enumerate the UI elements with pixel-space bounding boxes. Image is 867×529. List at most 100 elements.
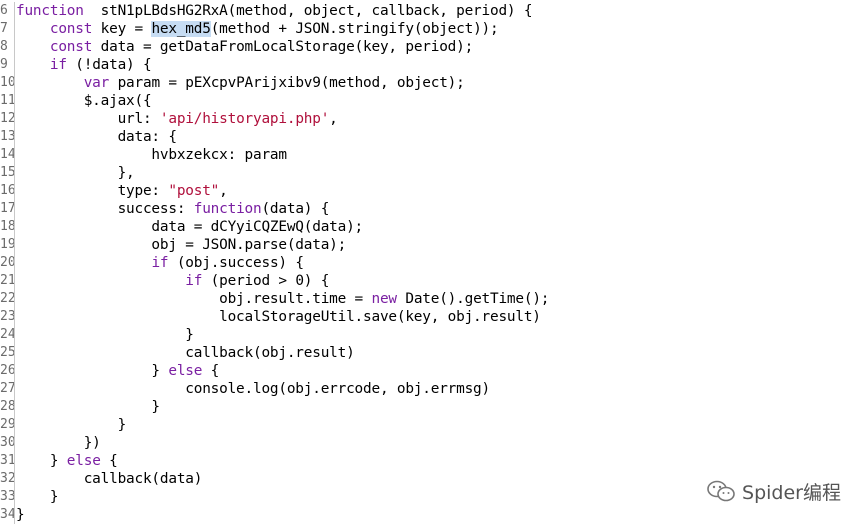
line-number: 20 xyxy=(0,254,15,272)
line-number: 28 xyxy=(0,398,15,416)
code-line: hvbxzekcx: param xyxy=(16,146,287,164)
code-line: url: 'api/historyapi.php', xyxy=(16,110,338,128)
code-text: } xyxy=(16,453,67,469)
line-number: 19 xyxy=(0,236,15,254)
code-text: callback(obj.result) xyxy=(16,345,355,361)
line-number: 22 xyxy=(0,290,15,308)
line-number: 29 xyxy=(0,416,15,434)
line-number: 17 xyxy=(0,200,15,218)
code-line: obj = JSON.parse(data); xyxy=(16,236,346,254)
code-line: type: "post", xyxy=(16,182,228,200)
code-text: data: { xyxy=(16,129,177,145)
code-text: (data) { xyxy=(261,201,330,217)
line-number: 31 xyxy=(0,452,15,470)
code-text: { xyxy=(100,453,118,469)
line-number: 32 xyxy=(0,470,15,488)
code-text: param = pEXcpvPArijxibv9(method, object)… xyxy=(109,75,465,91)
code-keyword: if xyxy=(49,57,67,73)
line-number: 26 xyxy=(0,362,15,380)
code-keyword: if xyxy=(185,273,203,289)
line-number: 9 xyxy=(0,56,15,74)
code-text: success: xyxy=(16,201,194,217)
line-number: 11 xyxy=(0,92,15,110)
code-text: localStorageUtil.save(key, obj.result) xyxy=(16,309,541,325)
line-number: 27 xyxy=(0,380,15,398)
line-number: 12 xyxy=(0,110,15,128)
line-number: 25 xyxy=(0,344,15,362)
code-keyword: else xyxy=(168,363,203,379)
code-keyword: new xyxy=(371,291,397,307)
code-line: } else { xyxy=(16,362,219,380)
code-line: if (!data) { xyxy=(16,56,152,74)
code-line: } xyxy=(16,488,59,506)
code-keyword: const xyxy=(49,21,93,37)
selected-token: hex_md5 xyxy=(151,21,211,37)
code-line: console.log(obj.errcode, obj.errmsg) xyxy=(16,380,490,398)
code-text: } xyxy=(16,327,194,343)
code-keyword: function xyxy=(16,3,84,19)
code-text: } xyxy=(16,417,127,433)
code-keyword: else xyxy=(66,453,101,469)
code-line: localStorageUtil.save(key, obj.result) xyxy=(16,308,541,326)
code-line: var param = pEXcpvPArijxibv9(method, obj… xyxy=(16,74,465,92)
code-keyword: var xyxy=(83,75,110,91)
code-keyword: const xyxy=(49,39,93,55)
code-line: } xyxy=(16,506,25,524)
code-text: , xyxy=(219,183,228,199)
line-number: 18 xyxy=(0,218,15,236)
code-text: type: xyxy=(16,183,169,199)
code-text: callback(data) xyxy=(16,471,203,487)
code-text: console.log(obj.errcode, obj.errmsg) xyxy=(16,381,490,397)
code-text: , xyxy=(329,111,338,127)
line-number: 23 xyxy=(0,308,15,326)
code-line: callback(data) xyxy=(16,470,203,488)
code-line: callback(obj.result) xyxy=(16,344,355,362)
code-line: } xyxy=(16,326,194,344)
code-editor[interactable]: 6 function stN1pLBdsHG2RxA(method, object… xyxy=(0,0,867,529)
line-number: 8 xyxy=(0,38,15,56)
code-text: }, xyxy=(16,165,135,181)
line-number: 30 xyxy=(0,434,15,452)
watermark-text: Spider编程 xyxy=(742,481,841,504)
line-number: 34 xyxy=(0,506,15,524)
line-number: 10 xyxy=(0,74,15,92)
code-line: } xyxy=(16,416,127,434)
code-text: Date().getTime(); xyxy=(396,291,550,307)
code-line: const data = getDataFromLocalStorage(key… xyxy=(16,38,473,56)
code-text: data = getDataFromLocalStorage(key, peri… xyxy=(92,39,474,55)
code-text: (method + JSON.stringify(object)); xyxy=(210,21,499,37)
code-text: $.ajax({ xyxy=(16,93,152,109)
line-number: 24 xyxy=(0,326,15,344)
code-keyword: function xyxy=(193,201,262,217)
code-line: if (obj.success) { xyxy=(16,254,304,272)
code-text: }) xyxy=(16,435,101,451)
line-number: 21 xyxy=(0,272,15,290)
line-number: 14 xyxy=(0,146,15,164)
code-line: function stN1pLBdsHG2RxA(method, object,… xyxy=(16,2,533,20)
code-text: data = dCYyiCQZEwQ(data); xyxy=(16,219,364,235)
code-line: data = dCYyiCQZEwQ(data); xyxy=(16,218,363,236)
code-text: url: xyxy=(16,111,160,127)
code-text: (period > 0) { xyxy=(202,273,330,289)
code-line: $.ajax({ xyxy=(16,92,152,110)
code-text: stN1pLBdsHG2RxA(method, object, callback… xyxy=(83,3,533,19)
code-string: 'api/historyapi.php' xyxy=(159,111,330,127)
line-number: 7 xyxy=(0,20,15,38)
line-number: 33 xyxy=(0,488,15,506)
code-line: }) xyxy=(16,434,101,452)
code-line: data: { xyxy=(16,128,177,146)
code-text: } xyxy=(16,399,160,415)
line-number: 13 xyxy=(0,128,15,146)
code-string: "post" xyxy=(168,183,220,199)
code-text: obj.result.time = xyxy=(16,291,372,307)
code-line: }, xyxy=(16,164,135,182)
watermark: Spider编程 xyxy=(706,478,841,504)
code-line: if (period > 0) { xyxy=(16,272,329,290)
code-text: } xyxy=(16,363,169,379)
code-line: } xyxy=(16,398,160,416)
code-text: obj = JSON.parse(data); xyxy=(16,237,347,253)
code-text: hvbxzekcx: param xyxy=(16,147,287,163)
